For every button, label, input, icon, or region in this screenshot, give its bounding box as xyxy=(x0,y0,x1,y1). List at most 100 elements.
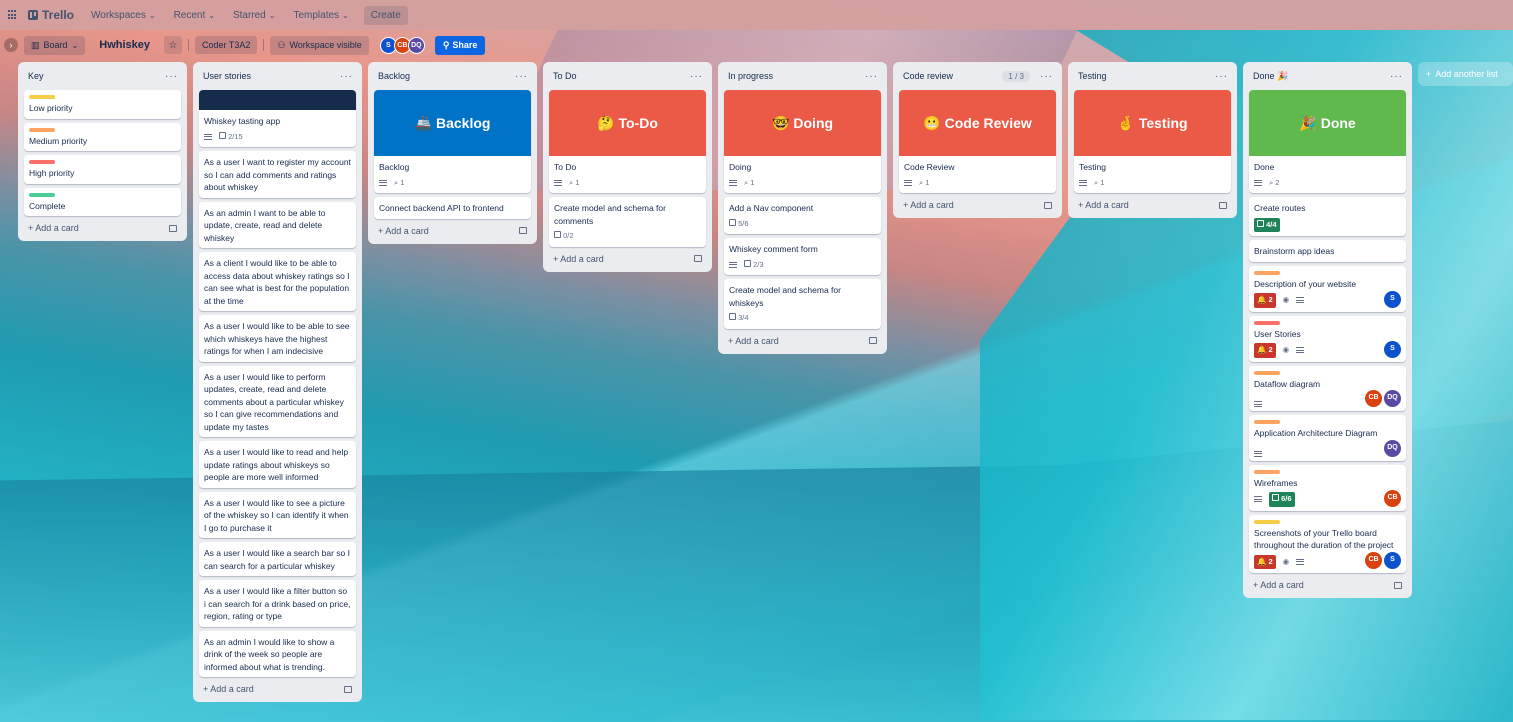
card[interactable]: Create routes 4/4 xyxy=(1249,197,1406,236)
list-header[interactable]: Code review 1 / 3 ··· xyxy=(897,66,1058,86)
more-icon[interactable]: ··· xyxy=(165,71,178,82)
board-view-label: Board xyxy=(43,40,68,50)
sidebar-expand-icon[interactable]: › xyxy=(4,38,18,52)
template-icon[interactable] xyxy=(1394,581,1402,589)
list-header[interactable]: Backlog ··· xyxy=(372,66,533,86)
template-icon[interactable] xyxy=(694,255,702,262)
workspace-button[interactable]: Coder T3A2 xyxy=(195,36,258,54)
card[interactable]: Medium priority xyxy=(24,122,181,151)
avatar[interactable]: CB xyxy=(1365,552,1382,569)
card[interactable]: Whiskey tasting app 2/15 xyxy=(199,90,356,147)
card[interactable]: Complete xyxy=(24,187,181,216)
nav-recent[interactable]: Recent ⌄ xyxy=(167,6,222,25)
star-icon[interactable]: ☆ xyxy=(164,36,182,54)
card[interactable]: As a user I want to register my account … xyxy=(199,151,356,198)
template-icon[interactable] xyxy=(519,227,527,234)
list-title[interactable]: Key xyxy=(28,71,44,81)
list-header[interactable]: User stories ··· xyxy=(197,66,358,86)
checklist-icon xyxy=(729,218,736,226)
template-icon[interactable] xyxy=(1044,201,1052,209)
apps-grid-icon[interactable] xyxy=(8,10,18,20)
card[interactable]: As a user I would like to read and help … xyxy=(199,441,356,488)
card[interactable]: 🤔 To-Do To Do ⌕ 1 xyxy=(549,90,706,193)
more-icon[interactable]: ··· xyxy=(515,71,528,82)
card[interactable]: As a user I would like to be able to see… xyxy=(199,315,356,362)
board-view-switcher[interactable]: ▥ Board ⌄ xyxy=(24,35,86,55)
list-title[interactable]: Backlog xyxy=(378,71,410,81)
list-title[interactable]: Testing xyxy=(1078,71,1107,81)
template-icon[interactable] xyxy=(169,224,177,232)
card[interactable]: Screenshots of your Trello board through… xyxy=(1249,514,1406,573)
avatar[interactable]: S xyxy=(1384,552,1401,569)
card[interactable]: 🚢 Backlog Backlog ⌕ 1 xyxy=(374,90,531,193)
add-card-button[interactable]: + Add a card xyxy=(722,329,883,350)
list-header[interactable]: Testing ··· xyxy=(1072,66,1233,86)
more-icon[interactable]: ··· xyxy=(690,71,703,82)
more-icon[interactable]: ··· xyxy=(1040,71,1053,82)
card[interactable]: Application Architecture Diagram DQ xyxy=(1249,415,1406,461)
add-card-button[interactable]: + Add a card xyxy=(372,219,533,240)
add-card-button[interactable]: + Add a card xyxy=(547,247,708,268)
card[interactable]: Whiskey comment form 2/3 xyxy=(724,238,881,275)
avatar[interactable]: DQ xyxy=(1384,390,1401,407)
template-icon[interactable] xyxy=(344,685,352,693)
avatar[interactable]: CB xyxy=(1365,390,1382,407)
avatar[interactable]: DQ xyxy=(407,36,425,54)
card[interactable]: 🤓 Doing Doing ⌕ 1 xyxy=(724,90,881,193)
more-icon[interactable]: ··· xyxy=(865,71,878,82)
list-header[interactable]: Done 🎉 ··· xyxy=(1247,66,1408,86)
card[interactable]: Create model and schema for comments 0/2 xyxy=(549,197,706,247)
card[interactable]: As a user I would like a filter button s… xyxy=(199,580,356,627)
more-icon[interactable]: ··· xyxy=(340,71,353,82)
avatar[interactable]: S xyxy=(1384,340,1401,358)
list-header[interactable]: To Do ··· xyxy=(547,66,708,86)
card[interactable]: As an admin I want to be able to update,… xyxy=(199,201,356,248)
card[interactable]: As a client I would like to be able to a… xyxy=(199,252,356,311)
avatar[interactable]: CB xyxy=(1384,489,1401,507)
more-icon[interactable]: ··· xyxy=(1215,71,1228,82)
board-title[interactable]: Hwhiskey xyxy=(91,39,158,51)
nav-templates[interactable]: Templates ⌄ xyxy=(286,6,355,25)
template-icon[interactable] xyxy=(869,337,877,344)
more-icon[interactable]: ··· xyxy=(1390,71,1403,82)
nav-workspaces[interactable]: Workspaces ⌄ xyxy=(84,6,163,25)
card[interactable]: High priority xyxy=(24,155,181,184)
card[interactable]: Create model and schema for whiskeys 3/4 xyxy=(724,279,881,329)
card[interactable]: As a user I would like a search bar so I… xyxy=(199,542,356,576)
card[interactable]: Dataflow diagram CB DQ xyxy=(1249,365,1406,411)
list-header[interactable]: Key ··· xyxy=(22,66,183,86)
card[interactable]: Wireframes 6/6 CB xyxy=(1249,464,1406,511)
list-title[interactable]: Code review xyxy=(903,71,953,81)
avatar[interactable]: S xyxy=(1384,290,1401,308)
list-title[interactable]: In progress xyxy=(728,71,773,81)
nav-starred[interactable]: Starred ⌄ xyxy=(226,6,283,25)
card[interactable]: 🤞 Testing Testing ⌕ 1 xyxy=(1074,90,1231,193)
card[interactable]: User Stories 🔔 2 ◉ S xyxy=(1249,315,1406,362)
card[interactable]: Description of your website 🔔 2 ◉ S xyxy=(1249,265,1406,312)
add-card-button[interactable]: + Add a card xyxy=(1072,193,1233,214)
add-list-button[interactable]: + Add another list xyxy=(1418,62,1513,86)
card[interactable]: Brainstorm app ideas xyxy=(1249,240,1406,262)
card[interactable]: As an admin I would like to show a drink… xyxy=(199,630,356,677)
list-header[interactable]: In progress ··· xyxy=(722,66,883,86)
share-button[interactable]: ⚲ Share xyxy=(434,35,486,55)
card[interactable]: Connect backend API to frontend xyxy=(374,197,531,219)
add-card-button[interactable]: + Add a card xyxy=(197,677,358,698)
card[interactable]: Add a Nav component 5/6 xyxy=(724,197,881,234)
card[interactable]: 😬 Code Review Code Review ⌕ 1 xyxy=(899,90,1056,193)
card[interactable]: 🎉 Done Done ⌕ 2 xyxy=(1249,90,1406,193)
add-card-button[interactable]: + Add a card xyxy=(1247,573,1408,594)
card[interactable]: As a user I would like to see a picture … xyxy=(199,491,356,538)
card[interactable]: Low priority xyxy=(24,90,181,119)
list-title[interactable]: To Do xyxy=(553,71,577,81)
visibility-button[interactable]: ⚇ Workspace visible xyxy=(270,35,369,55)
list-title[interactable]: Done 🎉 xyxy=(1253,71,1288,82)
card[interactable]: As a user I would like to perform update… xyxy=(199,365,356,437)
trello-logo[interactable]: Trello xyxy=(28,8,74,22)
avatar[interactable]: DQ xyxy=(1384,439,1401,457)
template-icon[interactable] xyxy=(1219,201,1227,209)
list-title[interactable]: User stories xyxy=(203,71,251,81)
add-card-button[interactable]: + Add a card xyxy=(22,216,183,237)
add-card-button[interactable]: + Add a card xyxy=(897,193,1058,214)
create-button[interactable]: Create xyxy=(363,5,408,25)
